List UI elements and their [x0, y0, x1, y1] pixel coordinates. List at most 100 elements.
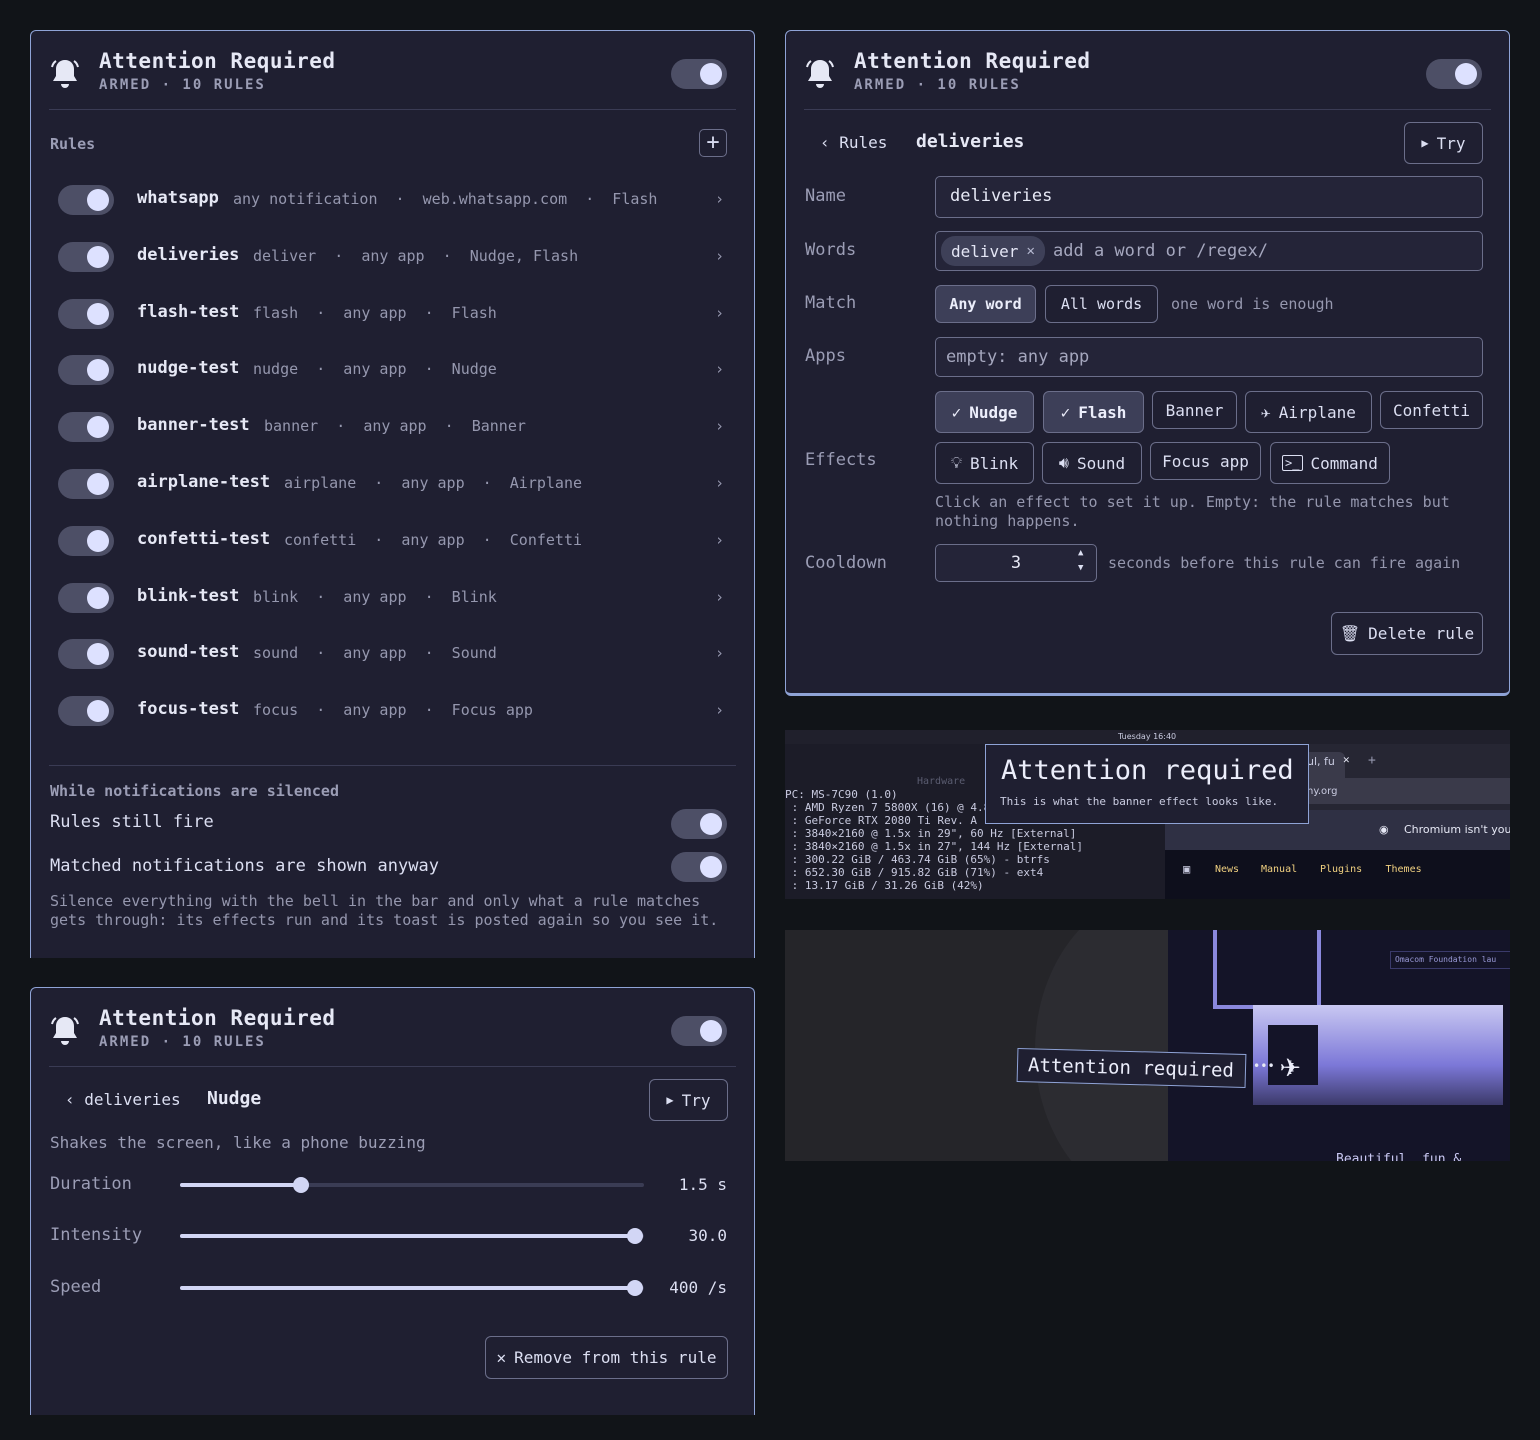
effect-label: Banner	[1165, 400, 1224, 420]
rule-enable-toggle[interactable]	[58, 355, 114, 386]
rule-summary: blink · any app · Blink	[253, 587, 497, 606]
armed-status: ARMED · 10 RULES	[99, 77, 266, 93]
airplane-banner-text: Attention required	[1027, 1054, 1235, 1082]
sysinfo-line: : 3840×2160 @ 1.5x in 27", 144 Hz [Exter…	[785, 840, 1084, 853]
back-to-rule[interactable]: ‹ deliveries	[65, 1090, 181, 1109]
close-icon[interactable]: ✕	[1026, 243, 1034, 259]
try-button[interactable]: ▶ Try	[649, 1079, 728, 1121]
effect-nudge-button[interactable]: ✓ Nudge	[935, 391, 1034, 433]
duration-slider[interactable]	[180, 1177, 644, 1193]
effect-blink-button[interactable]: 💡︎ Blink	[935, 442, 1034, 484]
master-toggle[interactable]	[671, 1016, 727, 1046]
rule-enable-toggle[interactable]	[58, 525, 114, 556]
site-logo-icon: ▣	[1183, 862, 1191, 876]
rule-row[interactable]: nudge-test nudge · any app · Nudge ›	[58, 350, 724, 390]
chevron-right-icon[interactable]: ›	[715, 304, 724, 322]
words-input[interactable]: add a word or /regex/	[1053, 241, 1268, 261]
rule-row[interactable]: blink-test blink · any app · Blink ›	[58, 578, 724, 618]
chevron-right-icon[interactable]: ›	[715, 588, 724, 606]
effect-confetti-button[interactable]: Confetti	[1380, 391, 1483, 429]
effect-editor-panel: Attention Required ARMED · 10 RULES ‹ de…	[30, 987, 755, 1415]
match-all-button[interactable]: All words	[1045, 285, 1158, 323]
rule-enable-toggle[interactable]	[58, 639, 114, 670]
chevron-right-icon[interactable]: ›	[715, 247, 724, 265]
effect-label: Focus app	[1162, 451, 1249, 471]
apps-field[interactable]: empty: any app	[935, 337, 1483, 377]
new-tab-icon: +	[1368, 753, 1376, 768]
effect-label: Sound	[1076, 453, 1126, 473]
effect-flash-button[interactable]: ✓ Flash	[1043, 391, 1144, 433]
words-field[interactable]: deliver ✕ add a word or /regex/	[935, 231, 1483, 271]
slider-handle[interactable]	[626, 1228, 643, 1244]
try-label: Try	[681, 1090, 711, 1110]
slider-handle[interactable]	[292, 1177, 309, 1193]
bell-icon	[51, 60, 79, 88]
rule-enable-toggle[interactable]	[58, 582, 114, 613]
chevron-right-icon[interactable]: ›	[715, 531, 724, 549]
rule-row[interactable]: sound-test sound · any app · Sound ›	[58, 634, 724, 674]
rules-fire-toggle[interactable]	[671, 809, 727, 839]
match-any-button[interactable]: Any word	[935, 285, 1036, 323]
add-rule-button[interactable]: +	[699, 129, 727, 157]
site-nav-link[interactable]: News	[1215, 864, 1239, 875]
rule-row[interactable]: banner-test banner · any app · Banner ›	[58, 407, 724, 447]
slider-handle[interactable]	[626, 1280, 643, 1296]
rule-enable-toggle[interactable]	[58, 185, 114, 215]
rule-summary: airplane · any app · Airplane	[284, 474, 583, 492]
match-hint: one word is enough	[1171, 295, 1334, 313]
spinner-arrows-icon[interactable]: ▲ ▼	[1078, 546, 1083, 576]
cooldown-value: 3	[1010, 553, 1022, 573]
speed-slider[interactable]	[180, 1280, 644, 1296]
hardware-label: Hardware	[917, 776, 966, 787]
name-field[interactable]: deliveries	[935, 176, 1483, 218]
cooldown-stepper[interactable]: 3 ▲ ▼	[935, 544, 1097, 582]
try-button[interactable]: ▶ Try	[1404, 122, 1483, 164]
remove-effect-button[interactable]: ✕ Remove from this rule	[485, 1336, 728, 1379]
site-nav-link[interactable]: Plugins	[1320, 864, 1362, 875]
breadcrumb-current: Nudge	[207, 1088, 262, 1109]
rule-row[interactable]: whatsapp any notification · web.whatsapp.…	[58, 180, 724, 220]
rule-enable-toggle[interactable]	[58, 469, 114, 499]
chevron-right-icon[interactable]: ›	[715, 474, 724, 492]
delete-rule-button[interactable]: 🗑︎ Delete rule	[1331, 612, 1483, 655]
rules-panel: Attention Required ARMED · 10 RULES Rule…	[30, 30, 755, 958]
chevron-right-icon[interactable]: ›	[715, 701, 724, 719]
effect-airplane-button[interactable]: ✈ Airplane	[1245, 391, 1372, 433]
site-nav-link[interactable]: Themes	[1386, 864, 1422, 875]
chevron-right-icon[interactable]: ›	[715, 417, 724, 435]
effect-command-button[interactable]: >_ Command	[1270, 442, 1390, 484]
speaker-icon: 🔊︎	[1058, 453, 1069, 472]
sysinfo-line: : 13.17 GiB / 31.26 GiB (42%)	[785, 879, 984, 892]
rule-enable-toggle[interactable]	[58, 298, 114, 329]
rule-row[interactable]: deliveries deliver · any app · Nudge, Fla…	[58, 237, 724, 277]
rule-row[interactable]: confetti-test confetti · any app · Confet…	[58, 521, 724, 561]
rule-enable-toggle[interactable]	[58, 696, 114, 727]
rule-row[interactable]: airplane-test airplane · any app · Airpla…	[58, 464, 724, 504]
intensity-slider[interactable]	[180, 1228, 644, 1244]
master-toggle[interactable]	[1426, 59, 1482, 89]
rule-enable-toggle[interactable]	[58, 241, 114, 272]
site-nav-link[interactable]: Manual	[1261, 864, 1297, 875]
rule-summary: nudge · any app · Nudge	[253, 360, 497, 379]
effect-sound-button[interactable]: 🔊︎ Sound	[1042, 442, 1142, 484]
sysinfo-line: : 3840×2160 @ 1.5x in 29", 60 Hz [Extern…	[785, 827, 1077, 840]
rule-row[interactable]: flash-test flash · any app · Flash ›	[58, 294, 724, 334]
apps-label: Apps	[805, 346, 846, 366]
rule-enable-toggle[interactable]	[58, 412, 114, 443]
divider	[49, 765, 736, 766]
delete-label: Delete rule	[1368, 624, 1475, 643]
apps-input[interactable]: empty: any app	[946, 347, 1089, 367]
rule-name: whatsapp	[137, 188, 219, 208]
effects-label: Effects	[805, 450, 877, 470]
rule-row[interactable]: focus-test focus · any app · Focus app ›	[58, 691, 724, 731]
chevron-right-icon[interactable]: ›	[715, 360, 724, 378]
effect-focus-app-button[interactable]: Focus app	[1150, 442, 1261, 480]
rule-summary: focus · any app · Focus app	[253, 701, 533, 720]
chevron-right-icon[interactable]: ›	[715, 190, 724, 208]
master-toggle[interactable]	[671, 59, 727, 89]
effect-banner-button[interactable]: Banner	[1152, 391, 1237, 429]
trash-icon: 🗑︎	[1339, 624, 1361, 643]
back-to-rules[interactable]: ‹ Rules	[820, 133, 887, 152]
chevron-right-icon[interactable]: ›	[715, 644, 724, 662]
shown-anyway-toggle[interactable]	[671, 852, 727, 882]
